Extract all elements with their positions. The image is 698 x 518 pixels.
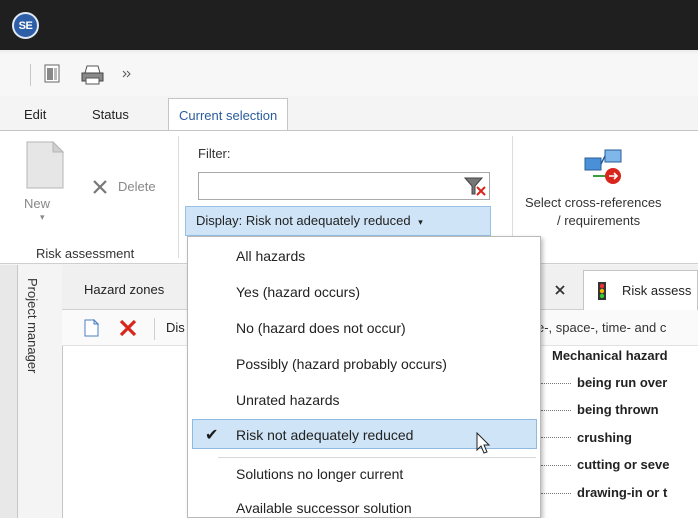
cross-references-label-1[interactable]: Select cross-references (525, 195, 662, 210)
display-filter-label: Display: Risk not adequately reduced (196, 213, 411, 228)
title-bar: SE (0, 0, 698, 52)
cross-references-label-2[interactable]: / requirements (557, 213, 640, 228)
tab-hazard-zones[interactable]: Hazard zones (84, 282, 164, 297)
tab-status[interactable]: Status (92, 98, 129, 131)
more-icon[interactable] (122, 69, 132, 79)
project-manager-label: Project manager (25, 278, 40, 374)
new-button[interactable]: New (24, 196, 50, 211)
menu-item-all-hazards[interactable]: All hazards (188, 241, 540, 271)
chevron-down-icon: ▾ (418, 217, 423, 227)
mouse-cursor-icon (476, 432, 491, 454)
toolbar-divider-2 (154, 318, 155, 340)
menu-item-successor-solution[interactable]: Available successor solution (188, 493, 540, 518)
tree-node[interactable]: being thrown (577, 402, 659, 417)
new-document-icon[interactable] (25, 140, 65, 190)
ribbon-tabs: Edit Status Current selection (0, 98, 698, 131)
display-filter-dropdown[interactable]: Display: Risk not adequately reduced ▾ (185, 206, 491, 236)
close-tab-button[interactable] (540, 270, 580, 310)
menu-item-label: Risk not adequately reduced (236, 427, 414, 443)
display-filter-menu: All hazards Yes (hazard occurs) No (haza… (187, 236, 541, 518)
delete-button[interactable]: Delete (118, 179, 156, 194)
tree-node[interactable]: cutting or seve (577, 457, 669, 472)
toolbar-divider (30, 64, 31, 86)
tree-node[interactable]: being run over (577, 375, 667, 390)
tree-node-root[interactable]: Mechanical hazard (552, 348, 668, 363)
tree-connector (541, 465, 571, 466)
menu-divider (218, 457, 536, 458)
risk-tab-label: Risk assess (622, 283, 692, 298)
group-label-risk-assessment: Risk assessment (36, 246, 135, 261)
menu-item-possibly[interactable]: Possibly (hazard probably occurs) (188, 349, 540, 379)
tab-edit[interactable]: Edit (24, 98, 46, 131)
cross-references-icon[interactable] (583, 148, 629, 190)
close-icon[interactable] (554, 284, 566, 296)
traffic-light-icon (598, 282, 606, 300)
tree-connector (541, 437, 571, 438)
side-strip (0, 265, 18, 518)
tree-connector (541, 410, 571, 411)
menu-item-yes[interactable]: Yes (hazard occurs) (188, 277, 540, 307)
delete-item-icon[interactable] (118, 319, 138, 337)
menu-item-solutions-not-current[interactable]: Solutions no longer current (188, 459, 540, 489)
menu-item-no[interactable]: No (hazard does not occur) (188, 313, 540, 343)
tree-node[interactable]: crushing (577, 430, 632, 445)
filter-label: Filter: (198, 146, 231, 161)
tree-connector (541, 493, 571, 494)
column-header: e-, space-, time- and c (537, 320, 667, 335)
tree-node[interactable]: drawing-in or t (577, 485, 667, 500)
clear-filter-icon[interactable] (460, 174, 488, 198)
new-item-icon[interactable] (84, 319, 99, 337)
window-icon[interactable] (44, 64, 62, 84)
tree-connector (541, 383, 571, 384)
tab-current-selection[interactable]: Current selection (168, 98, 289, 131)
filter-input[interactable] (198, 172, 490, 200)
ribbon-divider (178, 136, 179, 258)
panel-divider (62, 346, 63, 518)
tab-risk-assessment[interactable]: Risk assess (583, 270, 698, 310)
checkmark-icon: ✔ (205, 427, 219, 444)
new-dropdown-arrow[interactable]: ▾ (40, 212, 45, 223)
delete-icon[interactable] (92, 179, 108, 195)
app-logo[interactable]: SE (12, 12, 39, 39)
menu-item-unrated[interactable]: Unrated hazards (188, 385, 540, 415)
display-toggle-label[interactable]: Dis (166, 320, 185, 335)
printer-icon[interactable] (81, 64, 105, 86)
